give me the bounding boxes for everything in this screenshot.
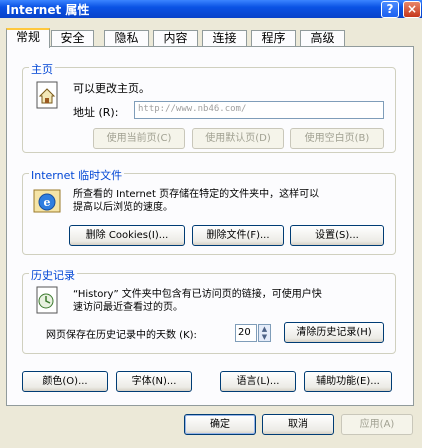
address-label: 地址 (R): <box>73 106 119 119</box>
close-button[interactable]: × <box>403 1 421 18</box>
spinner-up-icon[interactable]: ▲ <box>259 325 270 333</box>
tab-advanced[interactable]: 高级 <box>300 30 345 47</box>
question-icon: ? <box>386 2 394 16</box>
delete-cookies-button[interactable]: 删除 Cookies(I)... <box>69 225 185 246</box>
days-input[interactable]: 20 <box>235 324 257 342</box>
use-default-button[interactable]: 使用默认页(D) <box>192 128 284 149</box>
tab-security[interactable]: 安全 <box>51 30 94 47</box>
delete-files-button[interactable]: 删除文件(F)... <box>192 225 284 246</box>
history-description-2: 速访问最近查看过的页。 <box>73 302 183 313</box>
cancel-button[interactable]: 取消 <box>262 414 334 435</box>
use-current-button[interactable]: 使用当前页(C) <box>93 128 185 149</box>
address-input[interactable]: http://www.nb46.com/ <box>134 101 384 119</box>
days-label: 网页保存在历史记录中的天数 (K): <box>46 330 197 341</box>
apply-button[interactable]: 应用(A) <box>341 414 413 435</box>
ok-button[interactable]: 确定 <box>184 414 256 435</box>
homepage-group-title: 主页 <box>29 61 55 77</box>
homepage-description: 可以更改主页。 <box>73 82 150 95</box>
tab-content[interactable]: 内容 <box>153 30 198 47</box>
colors-button[interactable]: 颜色(O)... <box>22 371 108 392</box>
tab-general[interactable]: 常规 <box>6 28 50 48</box>
clear-history-button[interactable]: 清除历史记录(H) <box>284 322 384 343</box>
spinner-down-icon[interactable]: ▼ <box>259 333 270 341</box>
temp-files-group-title: Internet 临时文件 <box>29 167 125 183</box>
close-icon: × <box>406 2 418 16</box>
history-icon <box>36 286 58 314</box>
use-blank-button[interactable]: 使用空白页(B) <box>290 128 384 149</box>
history-group-title: 历史记录 <box>29 267 77 283</box>
temp-files-description-2: 提高以后浏览的速度。 <box>73 202 173 213</box>
svg-text:e: e <box>44 196 51 209</box>
help-button[interactable]: ? <box>381 1 399 18</box>
tab-privacy[interactable]: 隐私 <box>104 30 149 47</box>
accessibility-button[interactable]: 辅助功能(E)... <box>304 371 392 392</box>
fonts-button[interactable]: 字体(N)... <box>116 371 192 392</box>
languages-button[interactable]: 语言(L)... <box>220 371 296 392</box>
tab-programs[interactable]: 程序 <box>251 30 296 47</box>
tab-connections[interactable]: 连接 <box>202 30 247 47</box>
internet-explorer-icon: e <box>33 189 61 213</box>
days-spinner[interactable]: ▲ ▼ <box>258 324 271 342</box>
window-title: Internet 属性 <box>6 3 90 17</box>
title-bar: Internet 属性 ? × <box>0 0 422 18</box>
homepage-icon <box>36 81 58 109</box>
settings-button[interactable]: 设置(S)... <box>290 225 384 246</box>
